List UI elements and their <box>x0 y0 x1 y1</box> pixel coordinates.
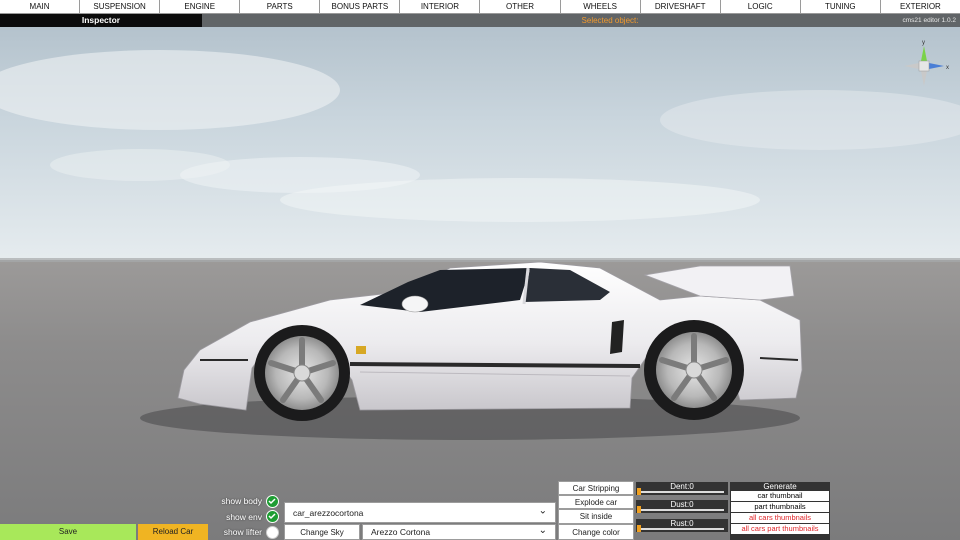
car-stripping-button[interactable]: Car Stripping <box>558 481 634 495</box>
tab-wheels[interactable]: WHEELS <box>561 0 641 13</box>
car-name-value: Arezzo Cortona <box>371 527 431 537</box>
inspector-button[interactable]: Inspector <box>0 14 202 27</box>
car-name-dropdown[interactable]: Arezzo Cortona ⌄ <box>362 524 556 540</box>
orientation-gizmo-icon[interactable]: y x <box>896 38 952 94</box>
viewport-scene[interactable] <box>0 0 960 540</box>
tab-exterior[interactable]: EXTERIOR <box>881 0 960 13</box>
tab-logic[interactable]: LOGIC <box>721 0 801 13</box>
gizmo-x-label: x <box>946 65 949 71</box>
show-env-label: show env <box>226 512 262 522</box>
dent-track <box>640 491 724 493</box>
tab-tuning[interactable]: TUNING <box>801 0 881 13</box>
show-env-checkbox[interactable] <box>266 510 279 523</box>
rust-track <box>640 528 724 530</box>
gizmo-y-label: y <box>922 40 925 46</box>
show-body-checkbox[interactable] <box>266 495 279 508</box>
all-cars-thumbnails-button[interactable]: all cars thumbnails <box>731 513 829 523</box>
dent-handle[interactable] <box>637 488 641 495</box>
chevron-down-icon: ⌄ <box>538 525 547 536</box>
car-thumbnail-button[interactable]: car thumbnail <box>731 491 829 501</box>
tab-driveshaft[interactable]: DRIVESHAFT <box>641 0 721 13</box>
top-tab-bar: MAIN SUSPENSION ENGINE PARTS BONUS PARTS… <box>0 0 960 14</box>
dent-slider[interactable]: Dent:0 <box>636 482 728 495</box>
show-lifter-label: show lifter <box>223 527 262 537</box>
tab-other[interactable]: OTHER <box>480 0 561 13</box>
selected-object-label: Selected object: <box>581 16 639 25</box>
sit-inside-button[interactable]: Sit inside <box>558 509 634 524</box>
rust-slider[interactable]: Rust:0 <box>636 519 728 532</box>
tab-interior[interactable]: INTERIOR <box>400 0 481 13</box>
rust-label: Rust:0 <box>670 519 694 528</box>
all-cars-part-thumbnails-button[interactable]: all cars part thumbnails <box>731 524 829 534</box>
car-select-dropdown[interactable]: car_arezzocortona ⌄ <box>284 502 556 523</box>
reload-car-button[interactable]: Reload Car <box>138 524 208 540</box>
show-body-label: show body <box>221 496 262 506</box>
change-sky-button[interactable]: Change Sky <box>284 524 360 540</box>
inspector-bar: Inspector Selected object: cms21 editor … <box>0 14 960 27</box>
show-lifter-checkbox[interactable] <box>266 526 279 539</box>
generate-title: Generate <box>763 482 797 491</box>
dust-track <box>640 509 724 511</box>
tab-main[interactable]: MAIN <box>0 0 81 13</box>
dent-label: Dent:0 <box>670 482 694 491</box>
dust-label: Dust:0 <box>670 500 694 509</box>
change-color-button[interactable]: Change color <box>558 524 634 540</box>
version-label: cms21 editor 1.0.2 <box>902 17 956 24</box>
chevron-down-icon: ⌄ <box>538 504 547 516</box>
tab-parts[interactable]: PARTS <box>240 0 321 13</box>
dust-handle[interactable] <box>637 506 641 513</box>
explode-car-button[interactable]: Explode car <box>558 495 634 509</box>
rust-handle[interactable] <box>637 525 641 532</box>
generate-panel: Generate car thumbnail part thumbnails a… <box>730 482 830 540</box>
dust-slider[interactable]: Dust:0 <box>636 500 728 513</box>
car-select-value: car_arezzocortona <box>293 508 364 518</box>
tab-suspension[interactable]: SUSPENSION <box>80 0 161 13</box>
part-thumbnails-button[interactable]: part thumbnails <box>731 502 829 512</box>
tab-bonus-parts[interactable]: BONUS PARTS <box>320 0 401 13</box>
save-button[interactable]: Save <box>0 524 136 540</box>
tab-engine[interactable]: ENGINE <box>160 0 241 13</box>
